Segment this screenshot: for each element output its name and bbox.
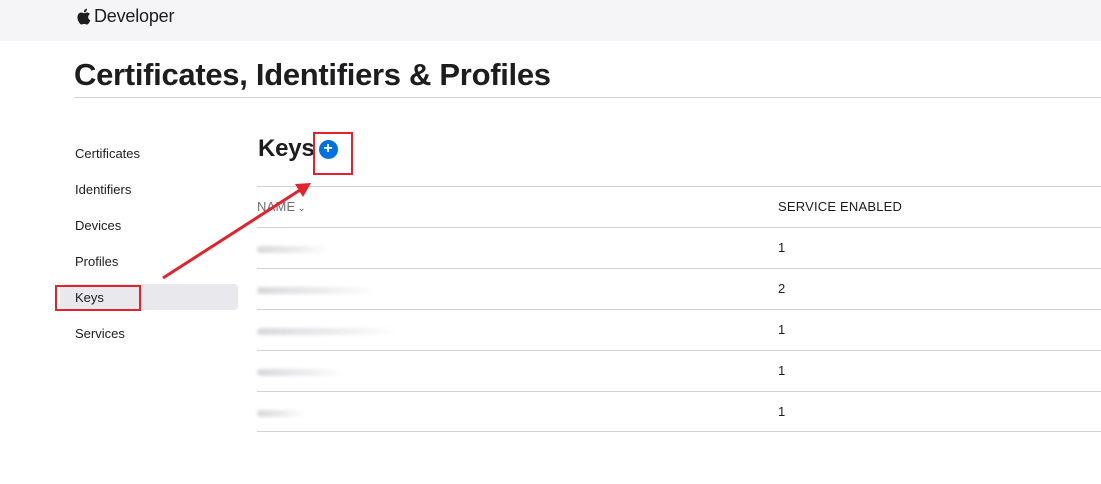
table-header-row: NAME ⌄ SERVICE ENABLED [257,186,1101,227]
redacted-name [257,369,343,376]
redacted-name [257,246,329,253]
table-row[interactable]: 1 [257,350,1101,391]
redacted-name [257,287,375,294]
redacted-name [257,410,305,417]
column-header-service-enabled: SERVICE ENABLED [778,199,903,214]
keys-table: NAME ⌄ SERVICE ENABLED 1 2 1 1 1 [257,186,1101,432]
apple-logo-icon [77,8,91,24]
column-header-name[interactable]: NAME ⌄ [257,199,306,214]
add-key-button[interactable]: + [318,139,338,159]
sidebar-item-services[interactable]: Services [60,320,238,346]
table-row[interactable]: 1 [257,227,1101,268]
sidebar-item-identifiers[interactable]: Identifiers [60,176,238,202]
sort-chevron-icon: ⌄ [297,203,306,214]
global-header: Developer [0,0,1101,41]
table-row[interactable]: 2 [257,268,1101,309]
service-enabled-count: 2 [778,281,786,296]
brand-label: Developer [94,5,175,26]
developer-brand-link[interactable]: Developer [75,4,174,28]
plus-circle-icon: + [323,140,333,157]
table-row[interactable]: 1 [257,391,1101,432]
sidebar-item-keys[interactable]: Keys [60,284,238,310]
sidebar-item-profiles[interactable]: Profiles [60,248,238,274]
redacted-name [257,328,397,335]
sidebar-item-devices[interactable]: Devices [60,212,238,238]
title-divider [74,97,1101,98]
service-enabled-count: 1 [778,322,786,337]
table-row[interactable]: 1 [257,309,1101,350]
keys-section-header: Keys + [258,135,338,163]
service-enabled-count: 1 [778,363,786,378]
sidebar-item-certificates[interactable]: Certificates [60,140,238,166]
service-enabled-count: 1 [778,404,786,419]
section-title: Keys [258,135,315,162]
service-enabled-count: 1 [778,240,786,255]
page-title: Certificates, Identifiers & Profiles [74,57,551,92]
